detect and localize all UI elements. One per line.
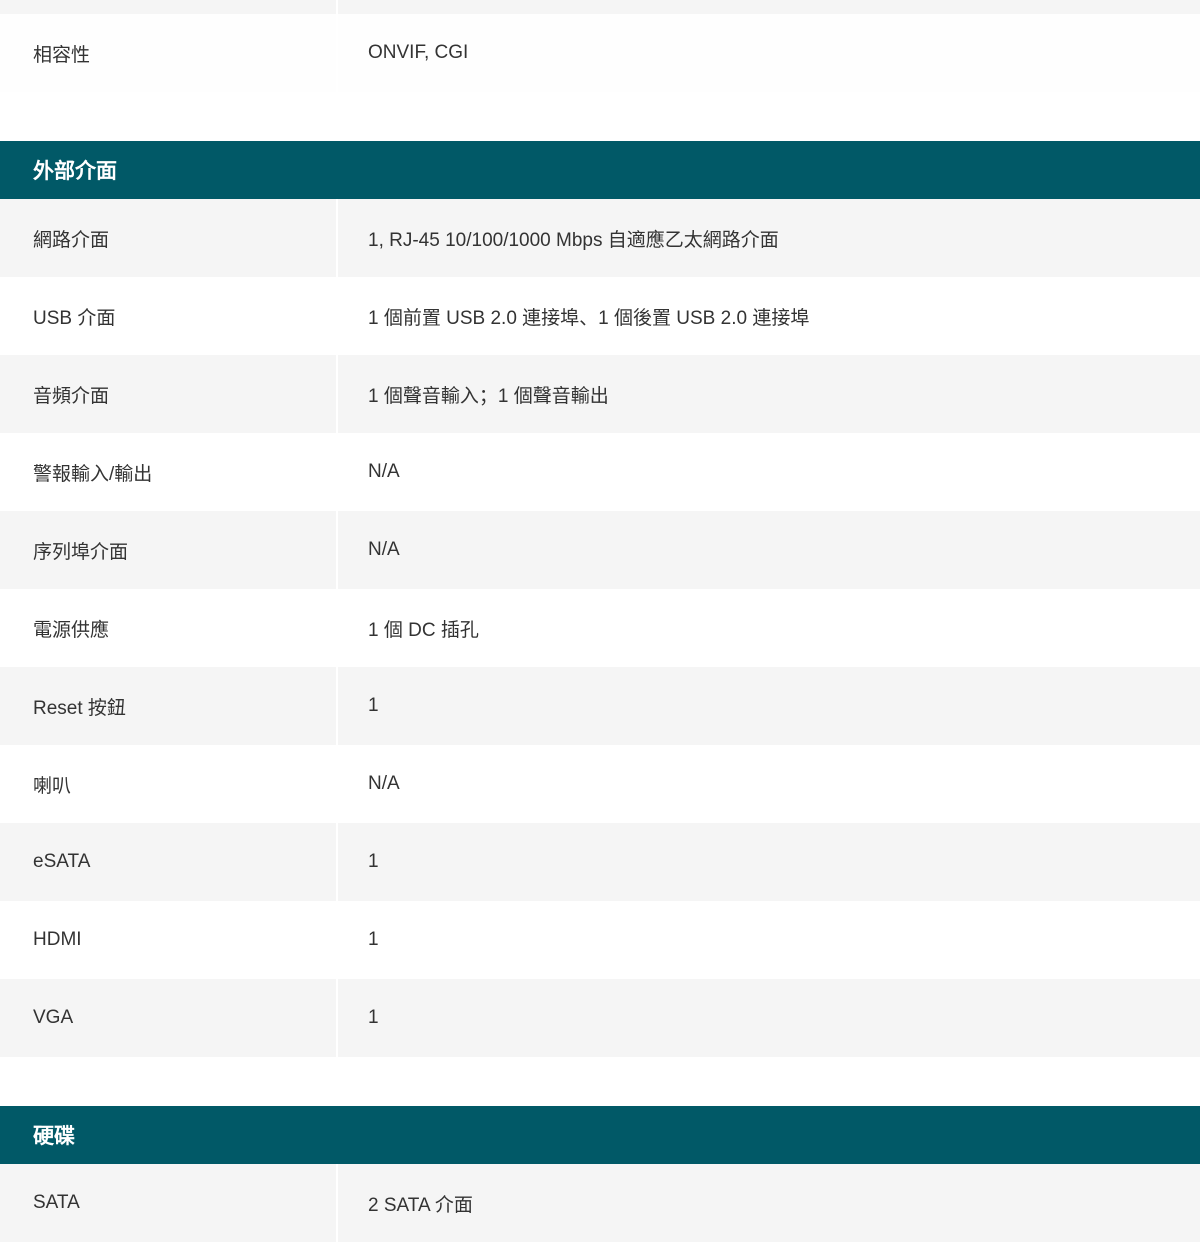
spec-value: N/A	[338, 745, 1200, 823]
table-row: 喇叭 N/A	[0, 745, 1200, 823]
section-header-external: 外部介面	[0, 141, 1200, 199]
spec-value: 1	[338, 823, 1200, 901]
table-row: 警報輸入/輸出 N/A	[0, 433, 1200, 511]
spec-table-general: 相容性 ONVIF, CGI	[0, 14, 1200, 92]
spec-label: 序列埠介面	[0, 511, 336, 589]
spec-label: 音頻介面	[0, 355, 336, 433]
spec-label: 喇叭	[0, 745, 336, 823]
table-row: VGA 1	[0, 979, 1200, 1057]
spec-label: 警報輸入/輸出	[0, 433, 336, 511]
previous-row-tail	[0, 0, 1200, 14]
spec-value: 1	[338, 901, 1200, 979]
spec-label: Reset 按鈕	[0, 667, 336, 745]
spec-value: 1 個前置 USB 2.0 連接埠、1 個後置 USB 2.0 連接埠	[338, 277, 1200, 355]
table-row: 音頻介面 1 個聲音輸入；1 個聲音輸出	[0, 355, 1200, 433]
table-row: HDMI 1	[0, 901, 1200, 979]
spec-value: 1 個聲音輸入；1 個聲音輸出	[338, 355, 1200, 433]
spec-label: USB 介面	[0, 277, 336, 355]
spec-table-harddisk: 硬碟 SATA 2 SATA 介面	[0, 1106, 1200, 1242]
section-header-harddisk: 硬碟	[0, 1106, 1200, 1164]
spec-value: 1	[338, 667, 1200, 745]
spec-value: ONVIF, CGI	[338, 14, 1200, 92]
table-row: 序列埠介面 N/A	[0, 511, 1200, 589]
table-row: 網路介面 1, RJ-45 10/100/1000 Mbps 自適應乙太網路介面	[0, 199, 1200, 277]
spec-value: N/A	[338, 511, 1200, 589]
spec-label: SATA	[0, 1164, 336, 1242]
table-row: USB 介面 1 個前置 USB 2.0 連接埠、1 個後置 USB 2.0 連…	[0, 277, 1200, 355]
spec-value: 1 個 DC 插孔	[338, 589, 1200, 667]
spec-value: 2 SATA 介面	[338, 1164, 1200, 1242]
spec-label: HDMI	[0, 901, 336, 979]
table-row: Reset 按鈕 1	[0, 667, 1200, 745]
spec-value: 1, RJ-45 10/100/1000 Mbps 自適應乙太網路介面	[338, 199, 1200, 277]
table-row: SATA 2 SATA 介面	[0, 1164, 1200, 1242]
spec-label: 網路介面	[0, 199, 336, 277]
spec-label: 相容性	[0, 14, 336, 92]
spec-value: 1	[338, 979, 1200, 1057]
previous-row-label-cell	[0, 0, 336, 14]
spec-label: 電源供應	[0, 589, 336, 667]
spec-label: eSATA	[0, 823, 336, 901]
table-row: 電源供應 1 個 DC 插孔	[0, 589, 1200, 667]
spec-label: VGA	[0, 979, 336, 1057]
previous-row-value-cell	[338, 0, 1200, 14]
table-row: 相容性 ONVIF, CGI	[0, 14, 1200, 92]
table-row: eSATA 1	[0, 823, 1200, 901]
spec-value: N/A	[338, 433, 1200, 511]
spec-table-external: 外部介面 網路介面 1, RJ-45 10/100/1000 Mbps 自適應乙…	[0, 141, 1200, 1057]
